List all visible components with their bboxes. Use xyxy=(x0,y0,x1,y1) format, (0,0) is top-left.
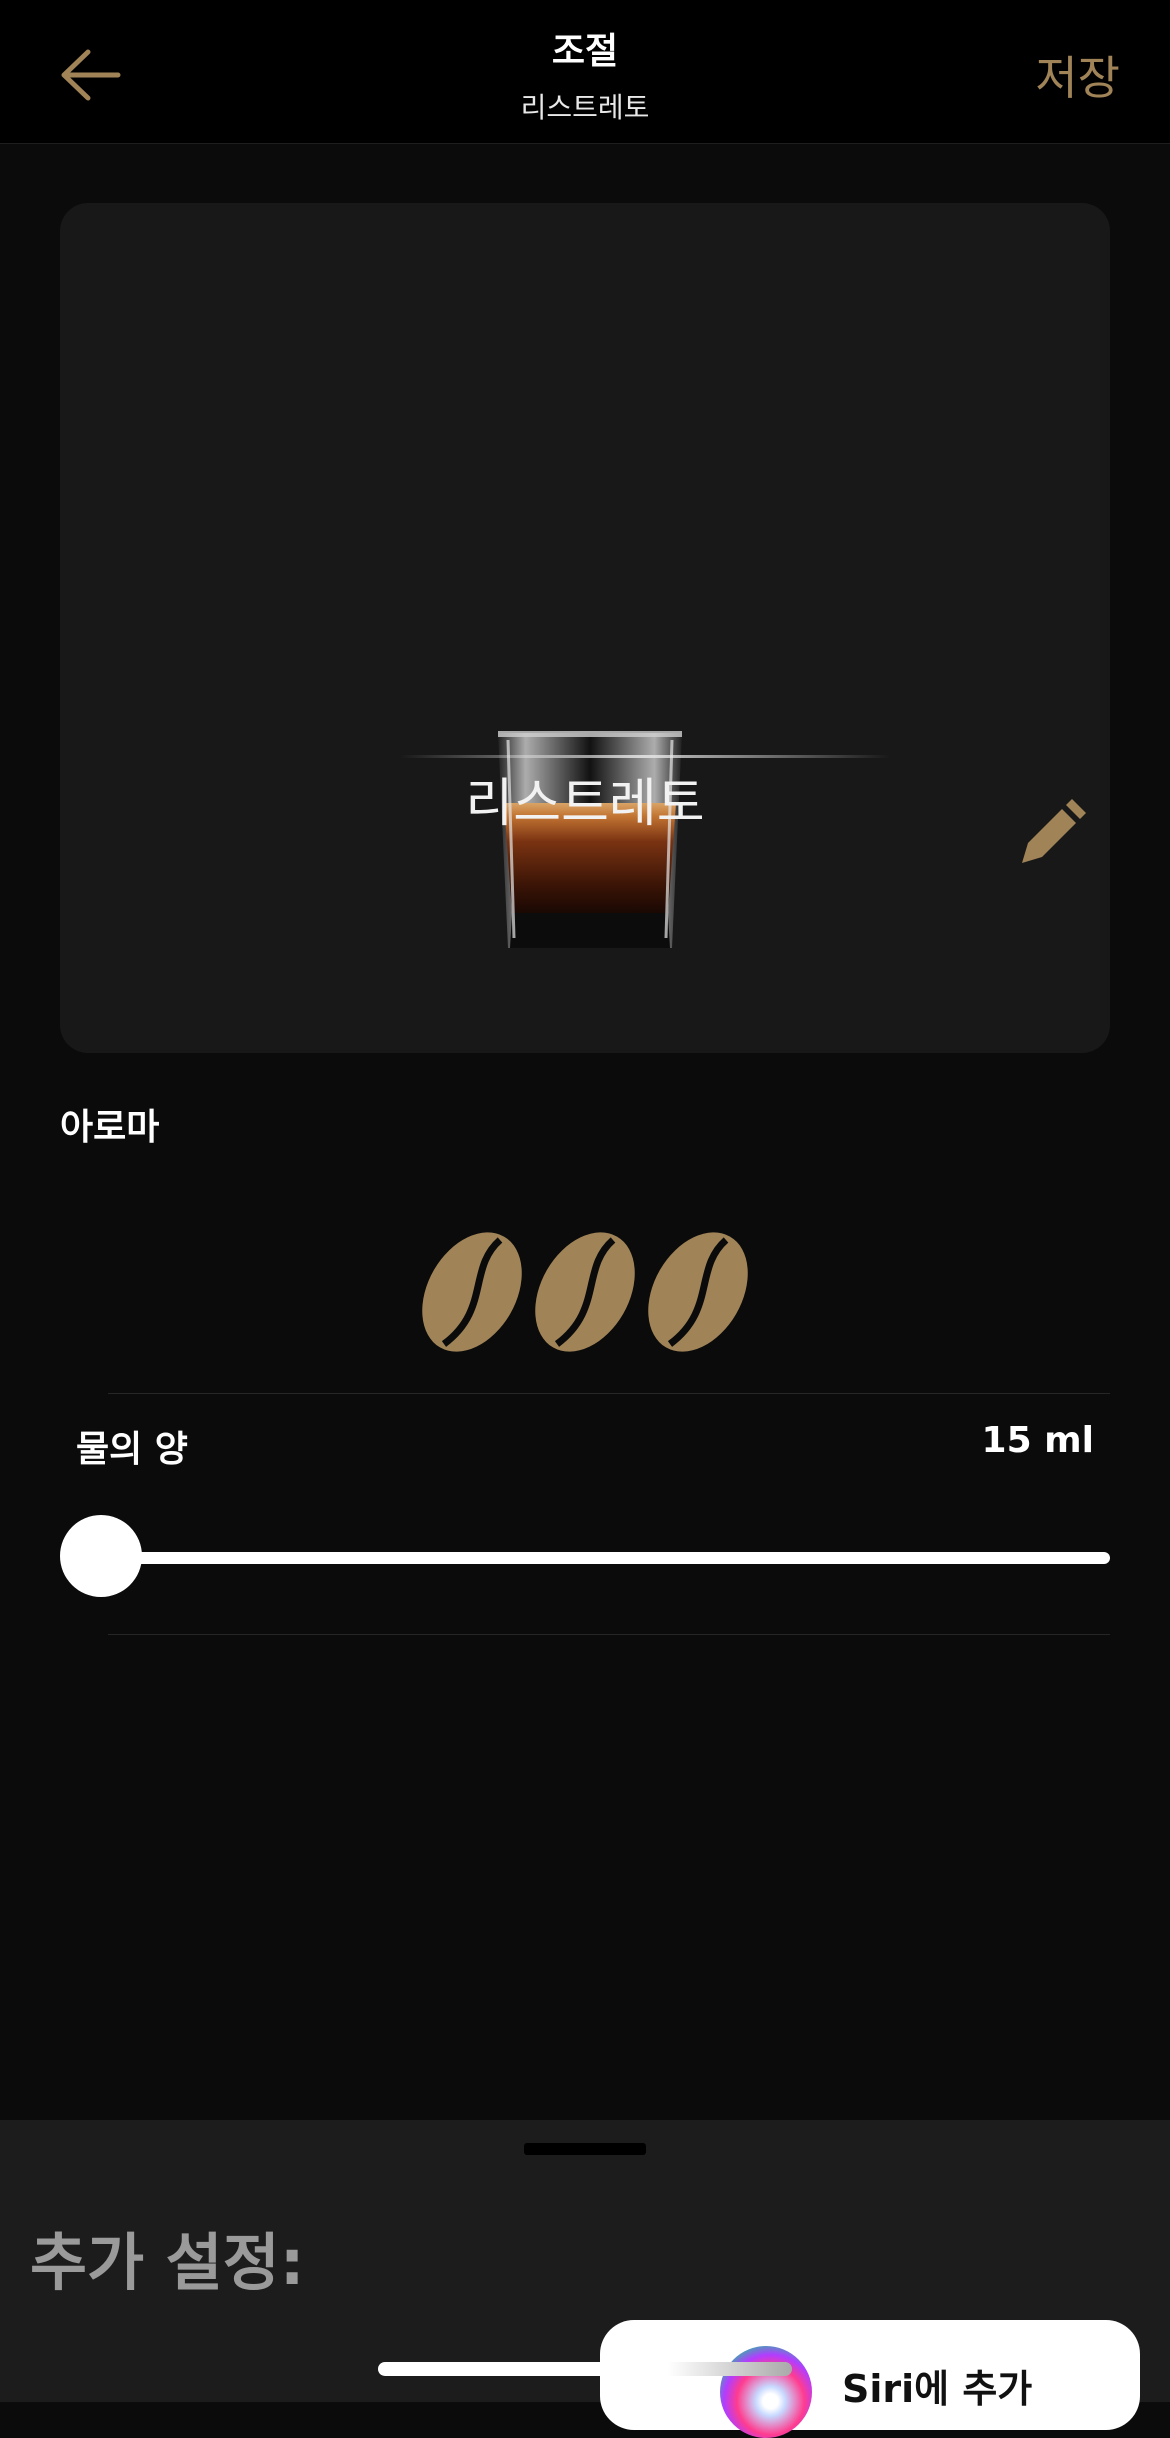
coffee-bean-icon[interactable] xyxy=(533,1230,637,1355)
divider xyxy=(108,1393,1110,1394)
drink-card: 리스트레토 xyxy=(60,203,1110,1053)
sheet-grabber[interactable] xyxy=(524,2143,646,2155)
coffee-bean-icon[interactable] xyxy=(420,1230,524,1355)
slider-thumb[interactable] xyxy=(60,1515,142,1597)
add-to-siri-label: Siri에 추가 xyxy=(842,2367,1033,2411)
water-amount-slider[interactable] xyxy=(60,1515,1110,1599)
slider-track xyxy=(100,1552,1110,1564)
aroma-selector xyxy=(420,1230,750,1355)
divider xyxy=(108,1634,1110,1635)
espresso-glass-image xyxy=(498,731,682,948)
save-button[interactable]: 저장 xyxy=(1035,42,1120,108)
page-subtitle: 리스트레토 xyxy=(520,91,650,124)
pencil-icon xyxy=(1022,799,1086,863)
edit-name-button[interactable] xyxy=(1010,793,1090,873)
coffee-bean-icon[interactable] xyxy=(646,1230,750,1355)
water-amount-label: 물의 양 xyxy=(76,1429,188,1470)
page-title: 조절 xyxy=(551,31,619,72)
aroma-label: 아로마 xyxy=(60,1107,160,1148)
sheet-title: 추가 설정: xyxy=(30,2226,305,2299)
navigation-header: 조절 리스트레토 저장 xyxy=(0,0,1170,144)
water-amount-value: 15 ml xyxy=(981,1420,1094,1461)
drink-name: 리스트레토 xyxy=(465,774,705,834)
home-indicator xyxy=(378,2362,792,2376)
siri-icon xyxy=(720,2346,812,2438)
glass-shelf-line xyxy=(400,755,890,758)
